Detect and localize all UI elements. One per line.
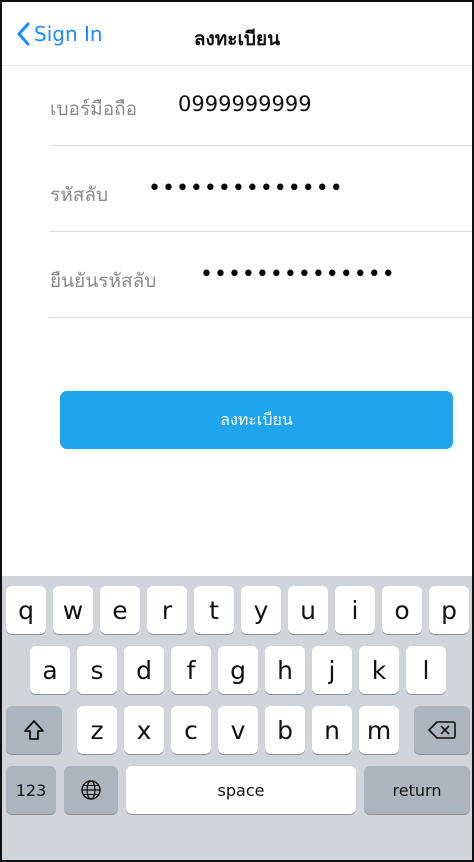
navigation-bar: Sign In ลงทะเบียน: [2, 2, 472, 66]
key-g[interactable]: g: [218, 646, 258, 694]
key-u[interactable]: u: [288, 586, 328, 634]
confirm-password-label: ยืนยันรหัสลับ: [50, 270, 157, 292]
key-a[interactable]: a: [30, 646, 70, 694]
key-j[interactable]: j: [312, 646, 352, 694]
key-v[interactable]: v: [218, 706, 258, 754]
key-b[interactable]: b: [265, 706, 305, 754]
confirm-password-input[interactable]: ••••••••••••••: [200, 262, 396, 287]
key-y[interactable]: y: [241, 586, 281, 634]
key-x[interactable]: x: [124, 706, 164, 754]
numbers-key[interactable]: 123: [6, 766, 56, 814]
register-button[interactable]: ลงทะเบียน: [60, 391, 453, 449]
space-key[interactable]: space: [126, 766, 356, 814]
key-m[interactable]: m: [359, 706, 399, 754]
key-w[interactable]: w: [53, 586, 93, 634]
key-z[interactable]: z: [77, 706, 117, 754]
phone-label: เบอร์มือถือ: [50, 98, 138, 120]
keyboard: q w e r t y u i o p a s d f g h j k l z …: [2, 576, 472, 860]
key-h[interactable]: h: [265, 646, 305, 694]
app-frame: Sign In ลงทะเบียน เบอร์มือถือ 0999999999…: [0, 0, 474, 862]
password-row: รหัสลับ ••••••••••••••: [50, 146, 472, 232]
key-i[interactable]: i: [335, 586, 375, 634]
key-p[interactable]: p: [429, 586, 469, 634]
key-s[interactable]: s: [77, 646, 117, 694]
key-t[interactable]: t: [194, 586, 234, 634]
confirm-password-row: ยืนยันรหัสลับ ••••••••••••••: [50, 232, 472, 318]
phone-input[interactable]: 0999999999: [178, 92, 312, 116]
key-o[interactable]: o: [382, 586, 422, 634]
globe-icon: [81, 780, 101, 800]
globe-key[interactable]: [64, 766, 118, 814]
key-k[interactable]: k: [359, 646, 399, 694]
key-c[interactable]: c: [171, 706, 211, 754]
key-d[interactable]: d: [124, 646, 164, 694]
key-q[interactable]: q: [6, 586, 46, 634]
phone-row: เบอร์มือถือ 0999999999: [50, 60, 472, 146]
page-title: ลงทะเบียน: [193, 28, 281, 50]
key-l[interactable]: l: [406, 646, 446, 694]
backspace-key[interactable]: [414, 706, 470, 754]
backspace-icon: [428, 721, 456, 739]
shift-key[interactable]: [6, 706, 62, 754]
shift-icon: [24, 720, 44, 740]
key-n[interactable]: n: [312, 706, 352, 754]
key-f[interactable]: f: [171, 646, 211, 694]
password-label: รหัสลับ: [50, 184, 109, 206]
password-input[interactable]: ••••••••••••••: [148, 176, 344, 201]
return-key[interactable]: return: [364, 766, 470, 814]
key-e[interactable]: e: [100, 586, 140, 634]
key-r[interactable]: r: [147, 586, 187, 634]
